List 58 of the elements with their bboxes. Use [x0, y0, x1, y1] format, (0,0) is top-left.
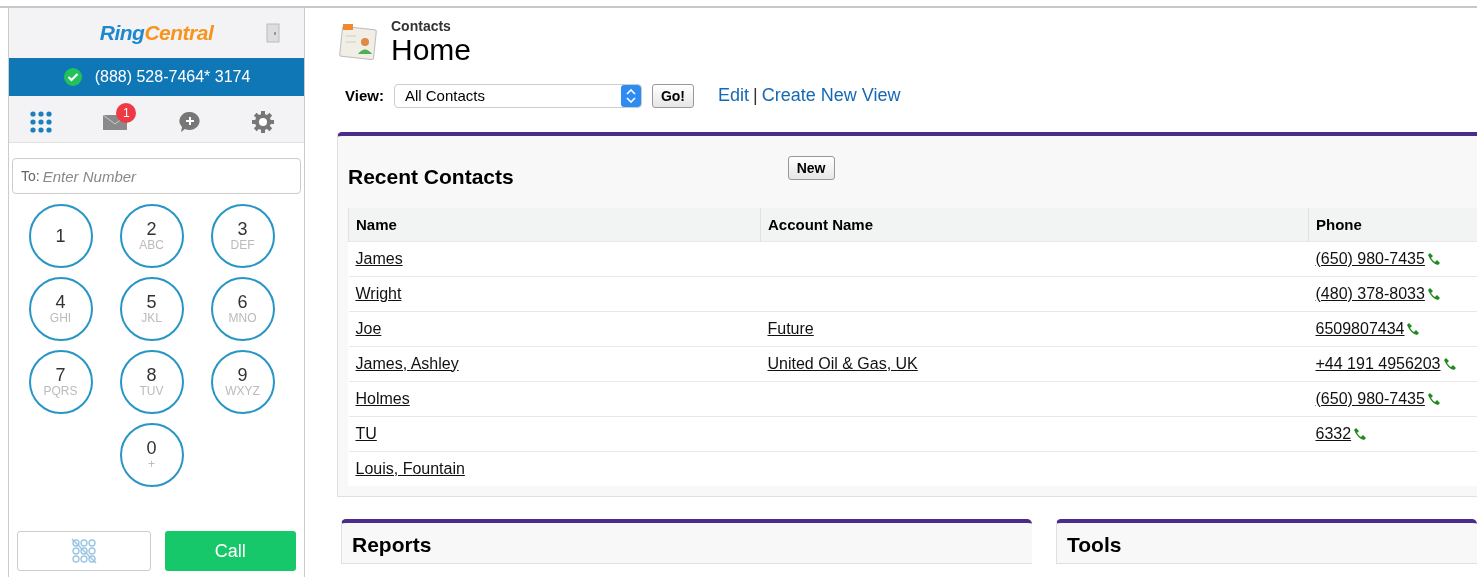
panel-title: Tools [1067, 532, 1123, 557]
view-label: View: [345, 87, 384, 104]
page-title: Home [391, 34, 472, 66]
dial-key[interactable]: 1 [28, 204, 93, 268]
dial-key[interactable]: 3 DEF [210, 204, 275, 268]
phone-icon[interactable] [1426, 286, 1441, 301]
panel-title: Reports [352, 532, 433, 557]
phone-link[interactable]: (480) 378-8033 [1315, 284, 1425, 303]
phone-icon[interactable] [1353, 426, 1368, 441]
chat-plus-icon [178, 111, 201, 133]
phone-link[interactable]: +44 191 4956203 [1315, 354, 1441, 373]
contact-link[interactable]: TU [355, 424, 377, 442]
number-field[interactable]: To: Enter Number [12, 158, 301, 194]
logo-text: Central [144, 21, 214, 44]
go-button[interactable]: Go! [651, 83, 694, 108]
dialpad-icon [30, 111, 53, 133]
column-header: Name [348, 207, 761, 241]
phone-icon[interactable] [1442, 356, 1457, 371]
contact-link[interactable]: Joe [355, 319, 382, 337]
column-header: Phone [1308, 207, 1477, 241]
new-button[interactable]: New [787, 155, 835, 180]
phone-link[interactable]: 6332 [1315, 424, 1352, 443]
phone-icon[interactable] [1426, 251, 1441, 266]
dial-key[interactable]: 0 + [119, 423, 184, 487]
panel-title: Recent Contacts [348, 164, 514, 189]
dial-key[interactable]: 5 JKL [119, 277, 184, 341]
contact-link[interactable]: James, Ashley [355, 354, 459, 372]
view-dropdown[interactable]: All Contacts [393, 83, 642, 108]
column-header: Account Name [760, 207, 1309, 241]
phone-number: (888) 528-7464* 3174 [94, 68, 251, 86]
phone-link[interactable]: 6509807434 [1315, 319, 1405, 338]
contact-link[interactable]: Louis, Fountain [355, 459, 465, 477]
phone-icon[interactable] [1426, 391, 1441, 406]
dial-key[interactable]: 6 MNO [210, 277, 275, 341]
view-link[interactable]: Create New View [761, 85, 901, 106]
dial-key[interactable]: 7 PQRS [28, 350, 93, 414]
contact-link[interactable]: James [355, 249, 403, 267]
messages-tab[interactable]: 1 [98, 103, 141, 135]
link-separator: | [753, 85, 758, 106]
section-label: Contacts [391, 18, 452, 34]
unread-badge: 1 [116, 103, 137, 123]
view-link[interactable]: Edit [718, 85, 750, 106]
dial-key[interactable]: 9 WXYZ [210, 350, 275, 414]
dial-key[interactable]: 8 TUV [119, 350, 184, 414]
settings-icon [250, 110, 275, 134]
phone-icon[interactable] [1406, 321, 1421, 336]
chevron-icon [620, 84, 641, 107]
dial-key[interactable]: 4 GHI [28, 277, 93, 341]
phone-link[interactable]: (650) 980-7435 [1315, 389, 1425, 408]
account-link[interactable]: United Oil & Gas, UK [767, 354, 918, 372]
contact-link[interactable]: Wright [355, 284, 402, 302]
phone-link[interactable]: (650) 980-7435 [1315, 249, 1425, 268]
dial-key[interactable]: 2 ABC [119, 204, 184, 268]
contact-link[interactable]: Holmes [355, 389, 410, 407]
logo-text: Ring [99, 21, 145, 44]
account-link[interactable]: Future [767, 319, 814, 337]
field-label: To: [21, 168, 40, 184]
keypad-off-icon [68, 536, 99, 566]
